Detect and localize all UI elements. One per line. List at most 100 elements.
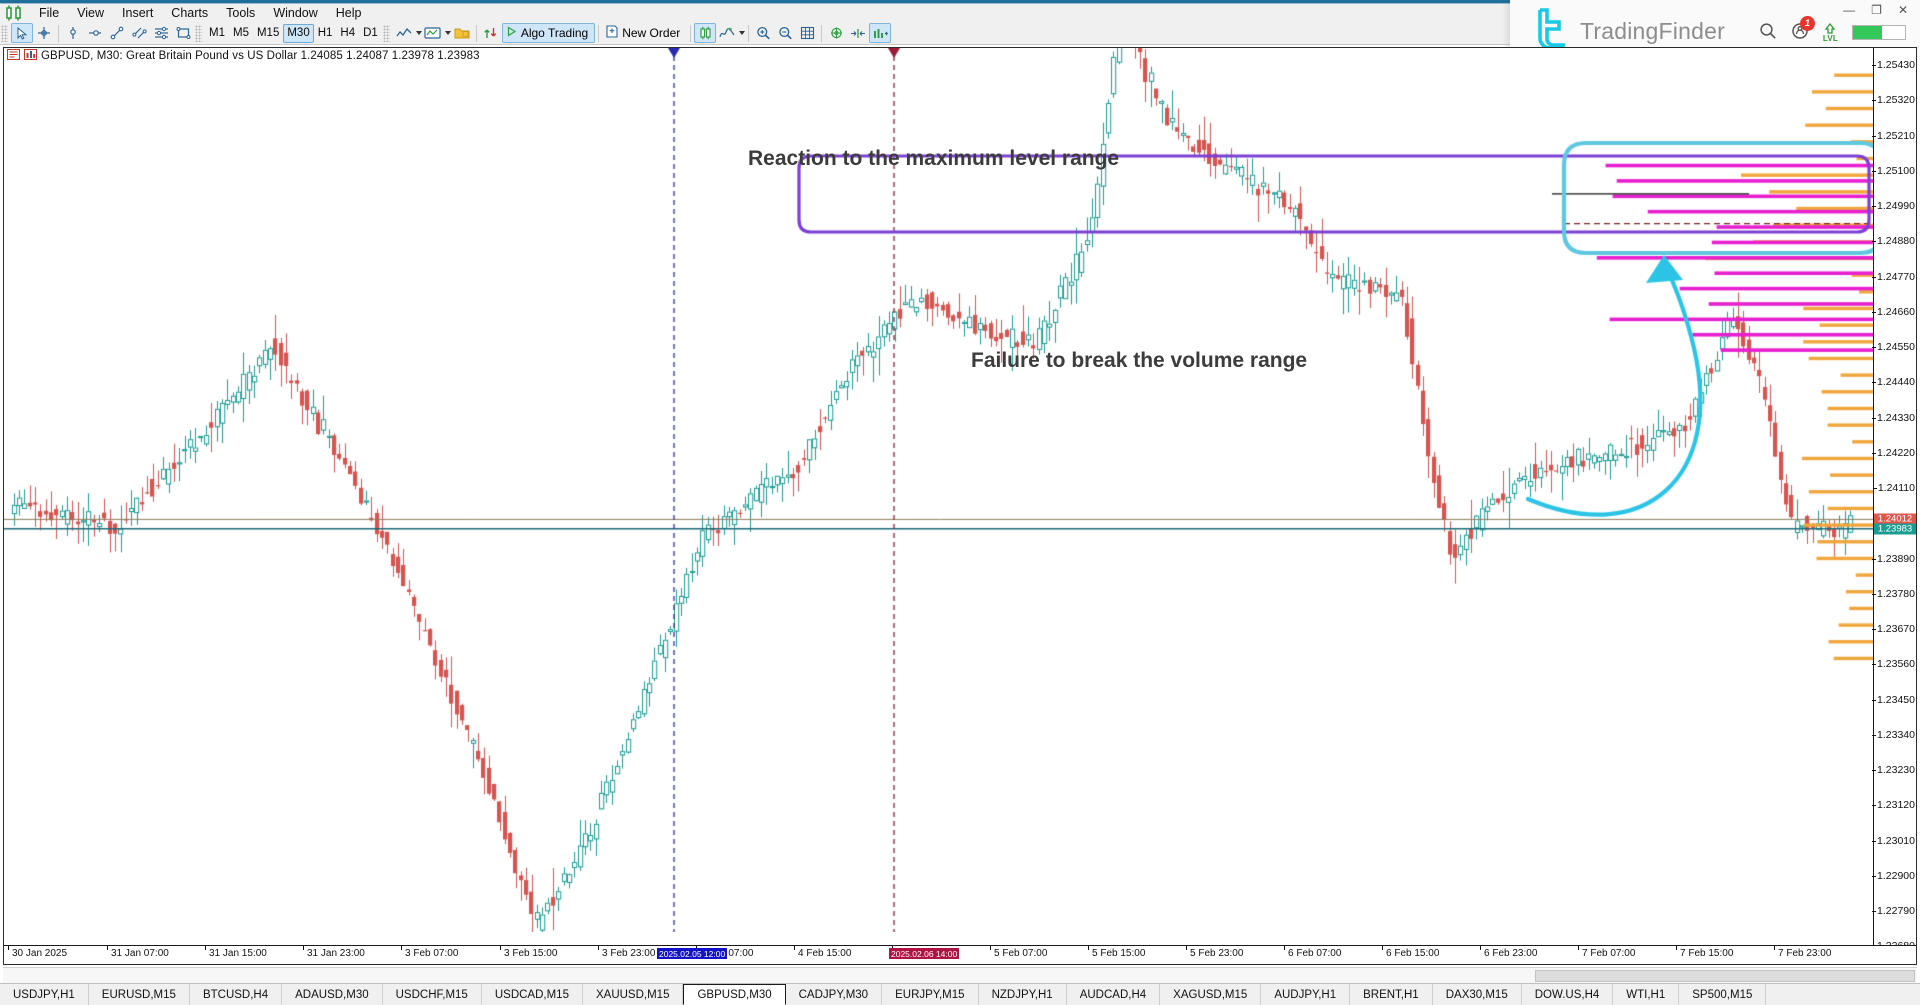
trendline-icon[interactable] xyxy=(106,23,128,43)
chart-tab-cadjpy-m30[interactable]: CADJPY,M30 xyxy=(786,984,883,1005)
price-tick: 1.23450 xyxy=(1872,693,1915,706)
algo-trading-button[interactable]: Algo Trading xyxy=(501,23,596,43)
horizontal-line-icon[interactable] xyxy=(84,23,106,43)
candlestick-chart-icon[interactable] xyxy=(694,23,717,43)
horizontal-scrollbar[interactable] xyxy=(3,967,1917,983)
line-chart-dropdown-icon[interactable] xyxy=(415,31,422,35)
price-tick: 1.23890 xyxy=(1872,552,1915,565)
objects-list-icon[interactable] xyxy=(825,23,847,43)
minimize-button[interactable]: — xyxy=(1841,3,1857,17)
chart-shift-icon[interactable] xyxy=(847,23,869,43)
grid-icon[interactable] xyxy=(796,23,818,43)
chart-tab-btcusd-h4[interactable]: BTCUSD,H4 xyxy=(190,984,283,1005)
level-up-icon[interactable]: LVL xyxy=(1822,22,1838,43)
chart-tab-eurjpy-m15[interactable]: EURJPY,M15 xyxy=(882,984,979,1005)
time-tick: 31 Jan 23:00 xyxy=(303,946,365,959)
chart-tab-dow-us-h4[interactable]: DOW.US,H4 xyxy=(1522,984,1614,1005)
rectangle-shape-icon[interactable] xyxy=(172,23,194,43)
play-triangle-icon xyxy=(506,26,517,40)
chart-tab-dax30-m15[interactable]: DAX30,M15 xyxy=(1433,984,1522,1005)
chart-tab-eurusd-m15[interactable]: EURUSD,M15 xyxy=(89,984,190,1005)
new-order-plus-icon xyxy=(606,25,618,41)
scrollbar-thumb[interactable] xyxy=(1535,970,1915,982)
timeframe-d1[interactable]: D1 xyxy=(359,24,382,43)
chart-tab-usdjpy-h1[interactable]: USDJPY,H1 xyxy=(0,984,89,1005)
price-tick: 1.22900 xyxy=(1872,869,1915,882)
time-tick: 5 Feb 23:00 xyxy=(1185,946,1244,959)
market-watch-arrows-icon[interactable] xyxy=(480,23,502,43)
zoom-out-icon[interactable] xyxy=(774,23,796,43)
close-button[interactable]: ✕ xyxy=(1896,3,1910,17)
toolbar-separator-5 xyxy=(748,24,750,42)
menu-item-window[interactable]: Window xyxy=(264,4,326,22)
zoom-in-icon[interactable] xyxy=(752,23,774,43)
time-tick: 3 Feb 15:00 xyxy=(499,946,558,959)
menu-item-view[interactable]: View xyxy=(68,4,113,22)
line-chart-icon[interactable] xyxy=(393,23,415,43)
chart-tab-sp500-m15[interactable]: SP500,M15 xyxy=(1679,984,1767,1005)
folder-templates-icon[interactable] xyxy=(451,23,473,43)
chart-properties-icon[interactable] xyxy=(24,48,37,63)
time-tick: 4 Feb 15:00 xyxy=(793,946,852,959)
chart-tab-usdcad-m15[interactable]: USDCAD,M15 xyxy=(482,984,583,1005)
chart-tab-usdchf-m15[interactable]: USDCHF,M15 xyxy=(383,984,482,1005)
chart-tab-wti-h1[interactable]: WTI,H1 xyxy=(1613,984,1680,1005)
fibonacci-retracement-icon[interactable] xyxy=(150,23,172,43)
notification-bell-icon[interactable]: 1 xyxy=(1791,16,1815,43)
chart-tab-xagusd-m15[interactable]: XAGUSD,M15 xyxy=(1160,984,1262,1005)
equidistant-channel-icon[interactable] xyxy=(128,23,150,43)
menu-item-help[interactable]: Help xyxy=(327,4,371,22)
maximize-button[interactable]: ❐ xyxy=(1869,3,1884,17)
chart-tab-brent-h1[interactable]: BRENT,H1 xyxy=(1350,984,1433,1005)
timeframe-h1[interactable]: H1 xyxy=(314,24,337,43)
chart-tab-audcad-h4[interactable]: AUDCAD,H4 xyxy=(1067,984,1161,1005)
chart-tab-nzdjpy-h1[interactable]: NZDJPY,H1 xyxy=(979,984,1067,1005)
time-tick: 3 Feb 07:00 xyxy=(400,946,459,959)
indicators-icon[interactable] xyxy=(422,23,444,43)
data-window-icon[interactable] xyxy=(7,48,20,63)
crosshair-time-label: 2025.02.06 14:00 xyxy=(889,948,960,959)
timeframe-m30[interactable]: M30 xyxy=(283,23,314,43)
squiggle-indicator-icon[interactable] xyxy=(716,23,738,43)
menu-item-file[interactable]: File xyxy=(30,4,68,22)
current-price-label: 1.23983 xyxy=(1874,523,1916,535)
price-tick: 1.24990 xyxy=(1872,200,1915,212)
chart-tab-gbpusd-m30[interactable]: GBPUSD,M30 xyxy=(683,984,786,1005)
toolbar-grip-timeframes[interactable] xyxy=(195,24,202,42)
indicators-dropdown-icon[interactable] xyxy=(444,31,451,35)
annotation-max-level-range: Reaction to the maximum level range xyxy=(748,147,1120,170)
search-icon[interactable] xyxy=(1759,22,1777,43)
toolbar-separator-3 xyxy=(598,24,600,42)
crosshair-icon[interactable] xyxy=(33,23,55,43)
level-label: LVL xyxy=(1822,33,1838,43)
toolbar-grip-charts[interactable] xyxy=(382,24,390,42)
toolbar-grip[interactable] xyxy=(1,24,8,42)
time-tick: 30 Jan 2025 xyxy=(7,946,68,959)
price-axis[interactable]: 1.25430 1.25320 1.25210 1.25100 1.24990 1.248… xyxy=(1872,48,1916,952)
window-controls: — ❐ ✕ xyxy=(1841,3,1910,17)
time-tick: 6 Feb 23:00 xyxy=(1479,946,1538,959)
timeframe-m5[interactable]: M5 xyxy=(229,24,253,43)
volumes-icon[interactable] xyxy=(869,23,892,43)
time-tick: 5 Feb 15:00 xyxy=(1087,946,1146,959)
level-progress-bar xyxy=(1852,25,1906,40)
vertical-line-icon[interactable] xyxy=(62,23,84,43)
cursor-arrow-icon[interactable] xyxy=(11,23,33,43)
time-tick: 6 Feb 07:00 xyxy=(1283,946,1342,959)
indicator-dropdown-icon[interactable] xyxy=(739,31,746,35)
menu-item-charts[interactable]: Charts xyxy=(162,4,217,22)
chart-tab-xauusd-m15[interactable]: XAUUSD,M15 xyxy=(583,984,684,1005)
timeframe-m1[interactable]: M1 xyxy=(205,24,229,43)
chart-tab-audjpy-h1[interactable]: AUDJPY,H1 xyxy=(1261,984,1351,1005)
menu-item-tools[interactable]: Tools xyxy=(217,4,264,22)
menu-item-insert[interactable]: Insert xyxy=(113,4,162,22)
timeframe-m15[interactable]: M15 xyxy=(253,24,283,43)
new-order-button[interactable]: New Order xyxy=(602,23,687,43)
chart-plot-area[interactable]: Reaction to the maximum level range Fail… xyxy=(4,48,1875,945)
chart-title-text: GBPUSD, M30: Great Britain Pound vs US D… xyxy=(41,49,480,62)
time-axis[interactable]: 30 Jan 2025 31 Jan 07:00 31 Jan 15:00 31 Ja… xyxy=(4,945,1916,964)
chart-tab-adausd-m30[interactable]: ADAUSD,M30 xyxy=(282,984,383,1005)
timeframe-h4[interactable]: H4 xyxy=(336,24,359,43)
toolbar-separator-2 xyxy=(475,24,477,42)
price-tick: 1.23010 xyxy=(1872,834,1915,847)
